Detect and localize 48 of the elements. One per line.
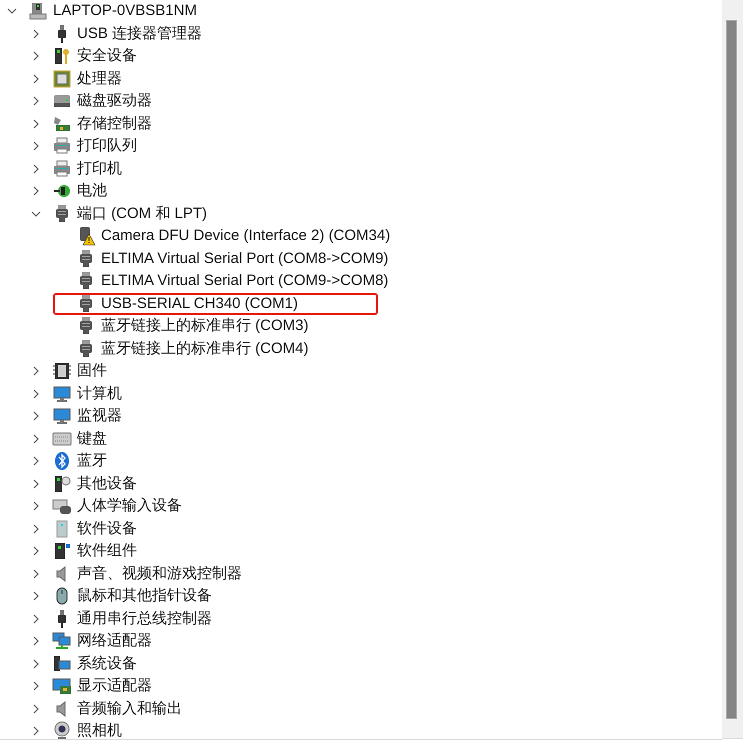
- computer-icon: [28, 1, 48, 22]
- monitor-icon: [52, 406, 72, 426]
- tree-item[interactable]: 人体学输入设备: [77, 496, 182, 516]
- tree-item[interactable]: 键盘: [77, 428, 107, 449]
- tree-item[interactable]: 蓝牙链接上的标准串行 (COM4): [101, 338, 308, 359]
- tree-item[interactable]: ELTIMA Virtual Serial Port (COM8->COM9): [101, 248, 388, 269]
- tree-item[interactable]: 其他设备: [77, 474, 137, 494]
- tree-item[interactable]: 处理器: [77, 68, 122, 89]
- tree-item[interactable]: 蓝牙: [77, 451, 107, 472]
- display-adapter-icon: [52, 676, 72, 696]
- tree-item[interactable]: 声音、视频和游戏控制器: [77, 564, 242, 584]
- tree-item[interactable]: 通用串行总线控制器: [77, 608, 212, 629]
- tree-item[interactable]: 系统设备: [77, 654, 137, 674]
- tree-item[interactable]: ELTIMA Virtual Serial Port (COM9->COM8): [101, 271, 388, 292]
- tree-item[interactable]: 计算机: [77, 384, 122, 404]
- tree-item[interactable]: 存储控制器: [77, 114, 152, 134]
- tree-item[interactable]: 蓝牙链接上的标准串行 (COM3): [101, 316, 308, 336]
- tree-item[interactable]: USB 连接器管理器: [77, 24, 202, 44]
- printer-icon: [52, 136, 72, 156]
- system-device-icon: [52, 654, 72, 674]
- tree-item[interactable]: 端口 (COM 和 LPT): [77, 204, 207, 224]
- tree-item[interactable]: Camera DFU Device (Interface 2) (COM34): [101, 226, 390, 246]
- printer-icon: [52, 158, 72, 179]
- tree-item[interactable]: 固件: [77, 361, 107, 382]
- tree-item[interactable]: 软件组件: [77, 541, 137, 562]
- bluetooth-icon: [52, 451, 72, 472]
- tree-item[interactable]: 打印队列: [77, 136, 137, 156]
- tree-item[interactable]: 软件设备: [77, 518, 137, 539]
- tree-item[interactable]: 鼠标和其他指针设备: [77, 586, 212, 606]
- software-component-icon: [52, 541, 72, 562]
- tower-with-key-icon: [52, 46, 72, 66]
- tree-item[interactable]: 磁盘驱动器: [77, 91, 152, 112]
- tree-item[interactable]: 音频输入和输出: [77, 698, 182, 719]
- tree-item[interactable]: 打印机: [77, 158, 122, 179]
- chip-icon: [52, 68, 72, 89]
- webcam-icon: [52, 721, 72, 739]
- firmware-chip-icon: [52, 361, 72, 382]
- tree-item[interactable]: 显示适配器: [77, 676, 152, 696]
- tree-item[interactable]: USB-SERIAL CH340 (COM1): [101, 294, 298, 314]
- tree-item[interactable]: LAPTOP-0VBSB1NM: [53, 1, 197, 22]
- network-icon: [52, 631, 72, 652]
- tree-item[interactable]: 照相机: [77, 721, 122, 739]
- unknown-device-icon: [52, 474, 72, 494]
- tree-item[interactable]: 电池: [77, 181, 107, 202]
- tree-item[interactable]: 监视器: [77, 406, 122, 426]
- monitor-icon: [52, 384, 72, 404]
- tree-item[interactable]: 安全设备: [77, 46, 137, 66]
- tree-item[interactable]: 网络适配器: [77, 631, 152, 652]
